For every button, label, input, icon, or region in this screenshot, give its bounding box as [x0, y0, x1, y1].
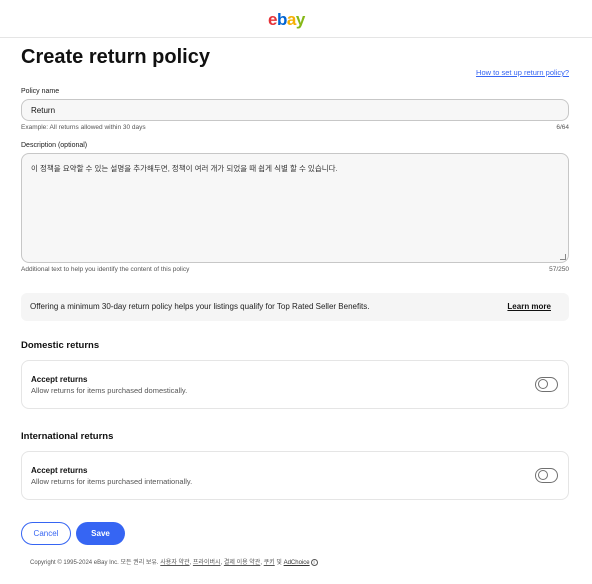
description-textarea[interactable]: 이 정책을 요약할 수 있는 설명을 추가해두면, 정책이 여러 개가 되었을 …	[21, 153, 569, 263]
info-banner: Offering a minimum 30-day return policy …	[21, 293, 569, 321]
domestic-accept-toggle[interactable]	[535, 377, 558, 392]
description-counter: 57/250	[549, 266, 569, 273]
description-label: Description (optional)	[21, 142, 88, 149]
policy-name-label: Policy name	[21, 88, 60, 95]
footer: Copyright © 1995-2024 eBay Inc. 모든 권리 보유…	[30, 557, 318, 566]
cancel-button[interactable]: Cancel	[21, 522, 71, 545]
international-returns-card: Accept returns Allow returns for items p…	[21, 451, 569, 500]
domestic-accept-desc: Allow returns for items purchased domest…	[31, 386, 188, 395]
toggle-knob	[537, 379, 548, 390]
description-helper: Additional text to help you identify the…	[21, 266, 190, 273]
ebay-logo[interactable]: ebay	[268, 10, 305, 30]
description-value: 이 정책을 요약할 수 있는 설명을 추가해두면, 정책이 여러 개가 되었을 …	[31, 164, 338, 173]
domestic-returns-card: Accept returns Allow returns for items p…	[21, 360, 569, 409]
policy-name-helper: Example: All returns allowed within 30 d…	[21, 124, 146, 131]
international-accept-desc: Allow returns for items purchased intern…	[31, 477, 193, 486]
footer-link-user-agreement[interactable]: 사용자 약관	[160, 560, 189, 566]
help-link[interactable]: How to set up return policy?	[476, 68, 569, 77]
footer-link-privacy[interactable]: 프라이버시	[193, 560, 221, 566]
policy-name-input[interactable]: Return	[21, 99, 569, 121]
policy-name-value: Return	[31, 106, 56, 115]
domestic-returns-title: Domestic returns	[21, 340, 100, 351]
footer-link-adchoice[interactable]: AdChoice	[284, 560, 310, 566]
policy-name-counter: 6/64	[556, 124, 569, 131]
international-returns-title: International returns	[21, 431, 114, 442]
footer-and: 및	[276, 560, 282, 566]
top-bar: ebay	[0, 0, 592, 38]
copyright-text: Copyright © 1995-2024 eBay Inc. 모든 권리 보유…	[30, 560, 159, 566]
domestic-accept-title: Accept returns	[31, 375, 88, 384]
learn-more-link[interactable]: Learn more	[507, 302, 551, 311]
international-accept-title: Accept returns	[31, 466, 88, 475]
adchoice-info-icon: i	[310, 558, 318, 566]
info-banner-text: Offering a minimum 30-day return policy …	[30, 302, 370, 311]
save-button[interactable]: Save	[76, 522, 125, 545]
toggle-knob	[537, 470, 548, 481]
page-title: Create return policy	[21, 46, 210, 68]
footer-link-cookies[interactable]: 쿠키	[264, 560, 275, 566]
international-accept-toggle[interactable]	[535, 468, 558, 483]
resize-handle[interactable]	[560, 254, 566, 260]
footer-link-payments-terms[interactable]: 결제 이용 약관	[224, 560, 260, 566]
